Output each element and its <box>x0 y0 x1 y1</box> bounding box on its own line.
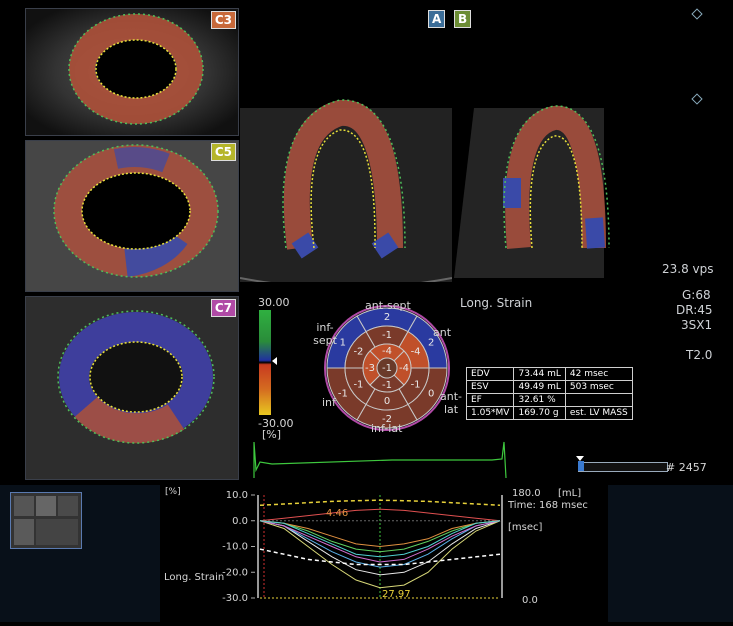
c3-image <box>26 9 238 135</box>
zoom-handle-top[interactable] <box>691 8 703 20</box>
view-c7[interactable]: C7 <box>25 296 239 480</box>
bullseye-value: -4 <box>411 347 421 358</box>
bullseye-value: -4 <box>399 363 409 374</box>
bullseye-value: -2 <box>353 347 363 358</box>
peak-label-bottom: 27.97 <box>382 589 411 600</box>
volume-table: EDV 73.44 mL 42 msec ESV 49.49 mL 503 msec EF 3… <box>465 367 633 420</box>
thumbnail-preview[interactable] <box>10 492 82 549</box>
right-unit: [mL] <box>558 488 582 499</box>
c5-image <box>26 141 238 291</box>
label-ant: ant <box>433 326 452 339</box>
label-inf-lat: inf-lat <box>371 422 403 435</box>
bullseye-value: -1 <box>382 380 392 391</box>
y-tick-label: -20.0 <box>222 567 248 578</box>
view-b[interactable]: B <box>454 8 660 282</box>
volume-extra: 503 msec <box>564 380 633 394</box>
bullseye-value: 2 <box>384 312 390 323</box>
volume-param: 1.05*MV <box>465 406 515 420</box>
view-a-image <box>239 99 453 289</box>
bullseye-value: -1 <box>411 380 421 391</box>
bullseye-value: -1 <box>338 389 348 400</box>
view-a[interactable]: A <box>239 8 453 289</box>
volume-param: EF <box>465 393 515 407</box>
bullseye-value: -1 <box>382 363 392 374</box>
volume-value: 73.44 mL <box>513 367 566 381</box>
gain: G:68 <box>682 288 711 302</box>
bullseye-value: 0 <box>428 389 434 400</box>
bottom-panel-right <box>608 485 733 622</box>
y-tick-label: -30.0 <box>222 593 248 604</box>
bullseye-value: 0 <box>384 396 390 407</box>
frame-counter: # 2457 <box>666 461 707 474</box>
tag-c3: C3 <box>210 11 236 29</box>
chart-unit: [%] <box>165 487 181 497</box>
chart-mode-label: Long. Strain <box>164 572 225 583</box>
label-inf-sept: inf- sept <box>313 321 337 347</box>
time-label: Time: 168 msec <box>508 500 588 511</box>
tag-c5: C5 <box>210 143 236 161</box>
y-tick-label: 0.0 <box>232 516 248 527</box>
probe: 3SX1 <box>681 318 713 332</box>
c7-image <box>26 297 238 479</box>
frame-slider[interactable] <box>578 462 668 472</box>
volume-extra: 42 msec <box>564 367 633 381</box>
msec-unit: [msec] <box>508 522 543 533</box>
peak-label-top: 4.46 <box>326 508 349 519</box>
volume-extra: est. LV MASS <box>564 406 633 420</box>
right-bottom-value: 0.0 <box>522 595 538 606</box>
volume-param: EDV <box>465 367 515 381</box>
tag-b: B <box>454 10 472 28</box>
bullseye-value: -1 <box>382 330 392 341</box>
bullseye-value: 1 <box>340 338 346 349</box>
view-c5[interactable]: C5 <box>25 140 239 292</box>
scale-max: 30.00 <box>258 296 290 309</box>
scale-pointer-icon <box>272 357 277 365</box>
label-inf: inf <box>322 396 336 409</box>
label-ant-sept: ant-sept <box>365 299 411 312</box>
color-scale-bar <box>259 310 271 415</box>
volume-row: ESV 49.49 mL 503 msec <box>465 380 633 394</box>
bullseye-value: -1 <box>353 380 363 391</box>
view-b-image <box>454 105 610 278</box>
thumbnail-image <box>14 496 78 545</box>
bullseye-value: -4 <box>382 346 392 357</box>
dynamic-range: DR:45 <box>676 303 713 317</box>
volume-value: 169.70 g <box>513 406 566 420</box>
bullseye-value: -3 <box>365 363 375 374</box>
volume-extra <box>564 393 633 407</box>
y-tick-label: 10.0 <box>226 490 248 501</box>
right-top-value: 180.0 <box>512 488 541 499</box>
label-ant-lat: ant- lat <box>440 390 462 416</box>
volume-param: ESV <box>465 380 515 394</box>
t-setting: T2.0 <box>686 348 713 362</box>
volume-row: EDV 73.44 mL 42 msec <box>465 367 633 381</box>
slider-marker-icon <box>576 456 584 461</box>
zoom-handle-bottom[interactable] <box>691 93 703 105</box>
volume-row: 1.05*MV 169.70 g est. LV MASS <box>465 406 633 420</box>
tag-a: A <box>428 10 446 28</box>
volume-value: 49.49 mL <box>513 380 566 394</box>
frame-slider-thumb[interactable] <box>578 461 584 471</box>
tag-c7: C7 <box>210 299 236 317</box>
frame-rate: 23.8 vps <box>662 262 714 276</box>
y-tick-label: -10.0 <box>222 542 248 553</box>
volume-row: EF 32.61 % <box>465 393 633 407</box>
bullseye-value: 2 <box>428 338 434 349</box>
ecg-trace <box>253 441 507 479</box>
view-c3[interactable]: C3 <box>25 8 239 136</box>
volume-value: 32.61 % <box>513 393 566 407</box>
